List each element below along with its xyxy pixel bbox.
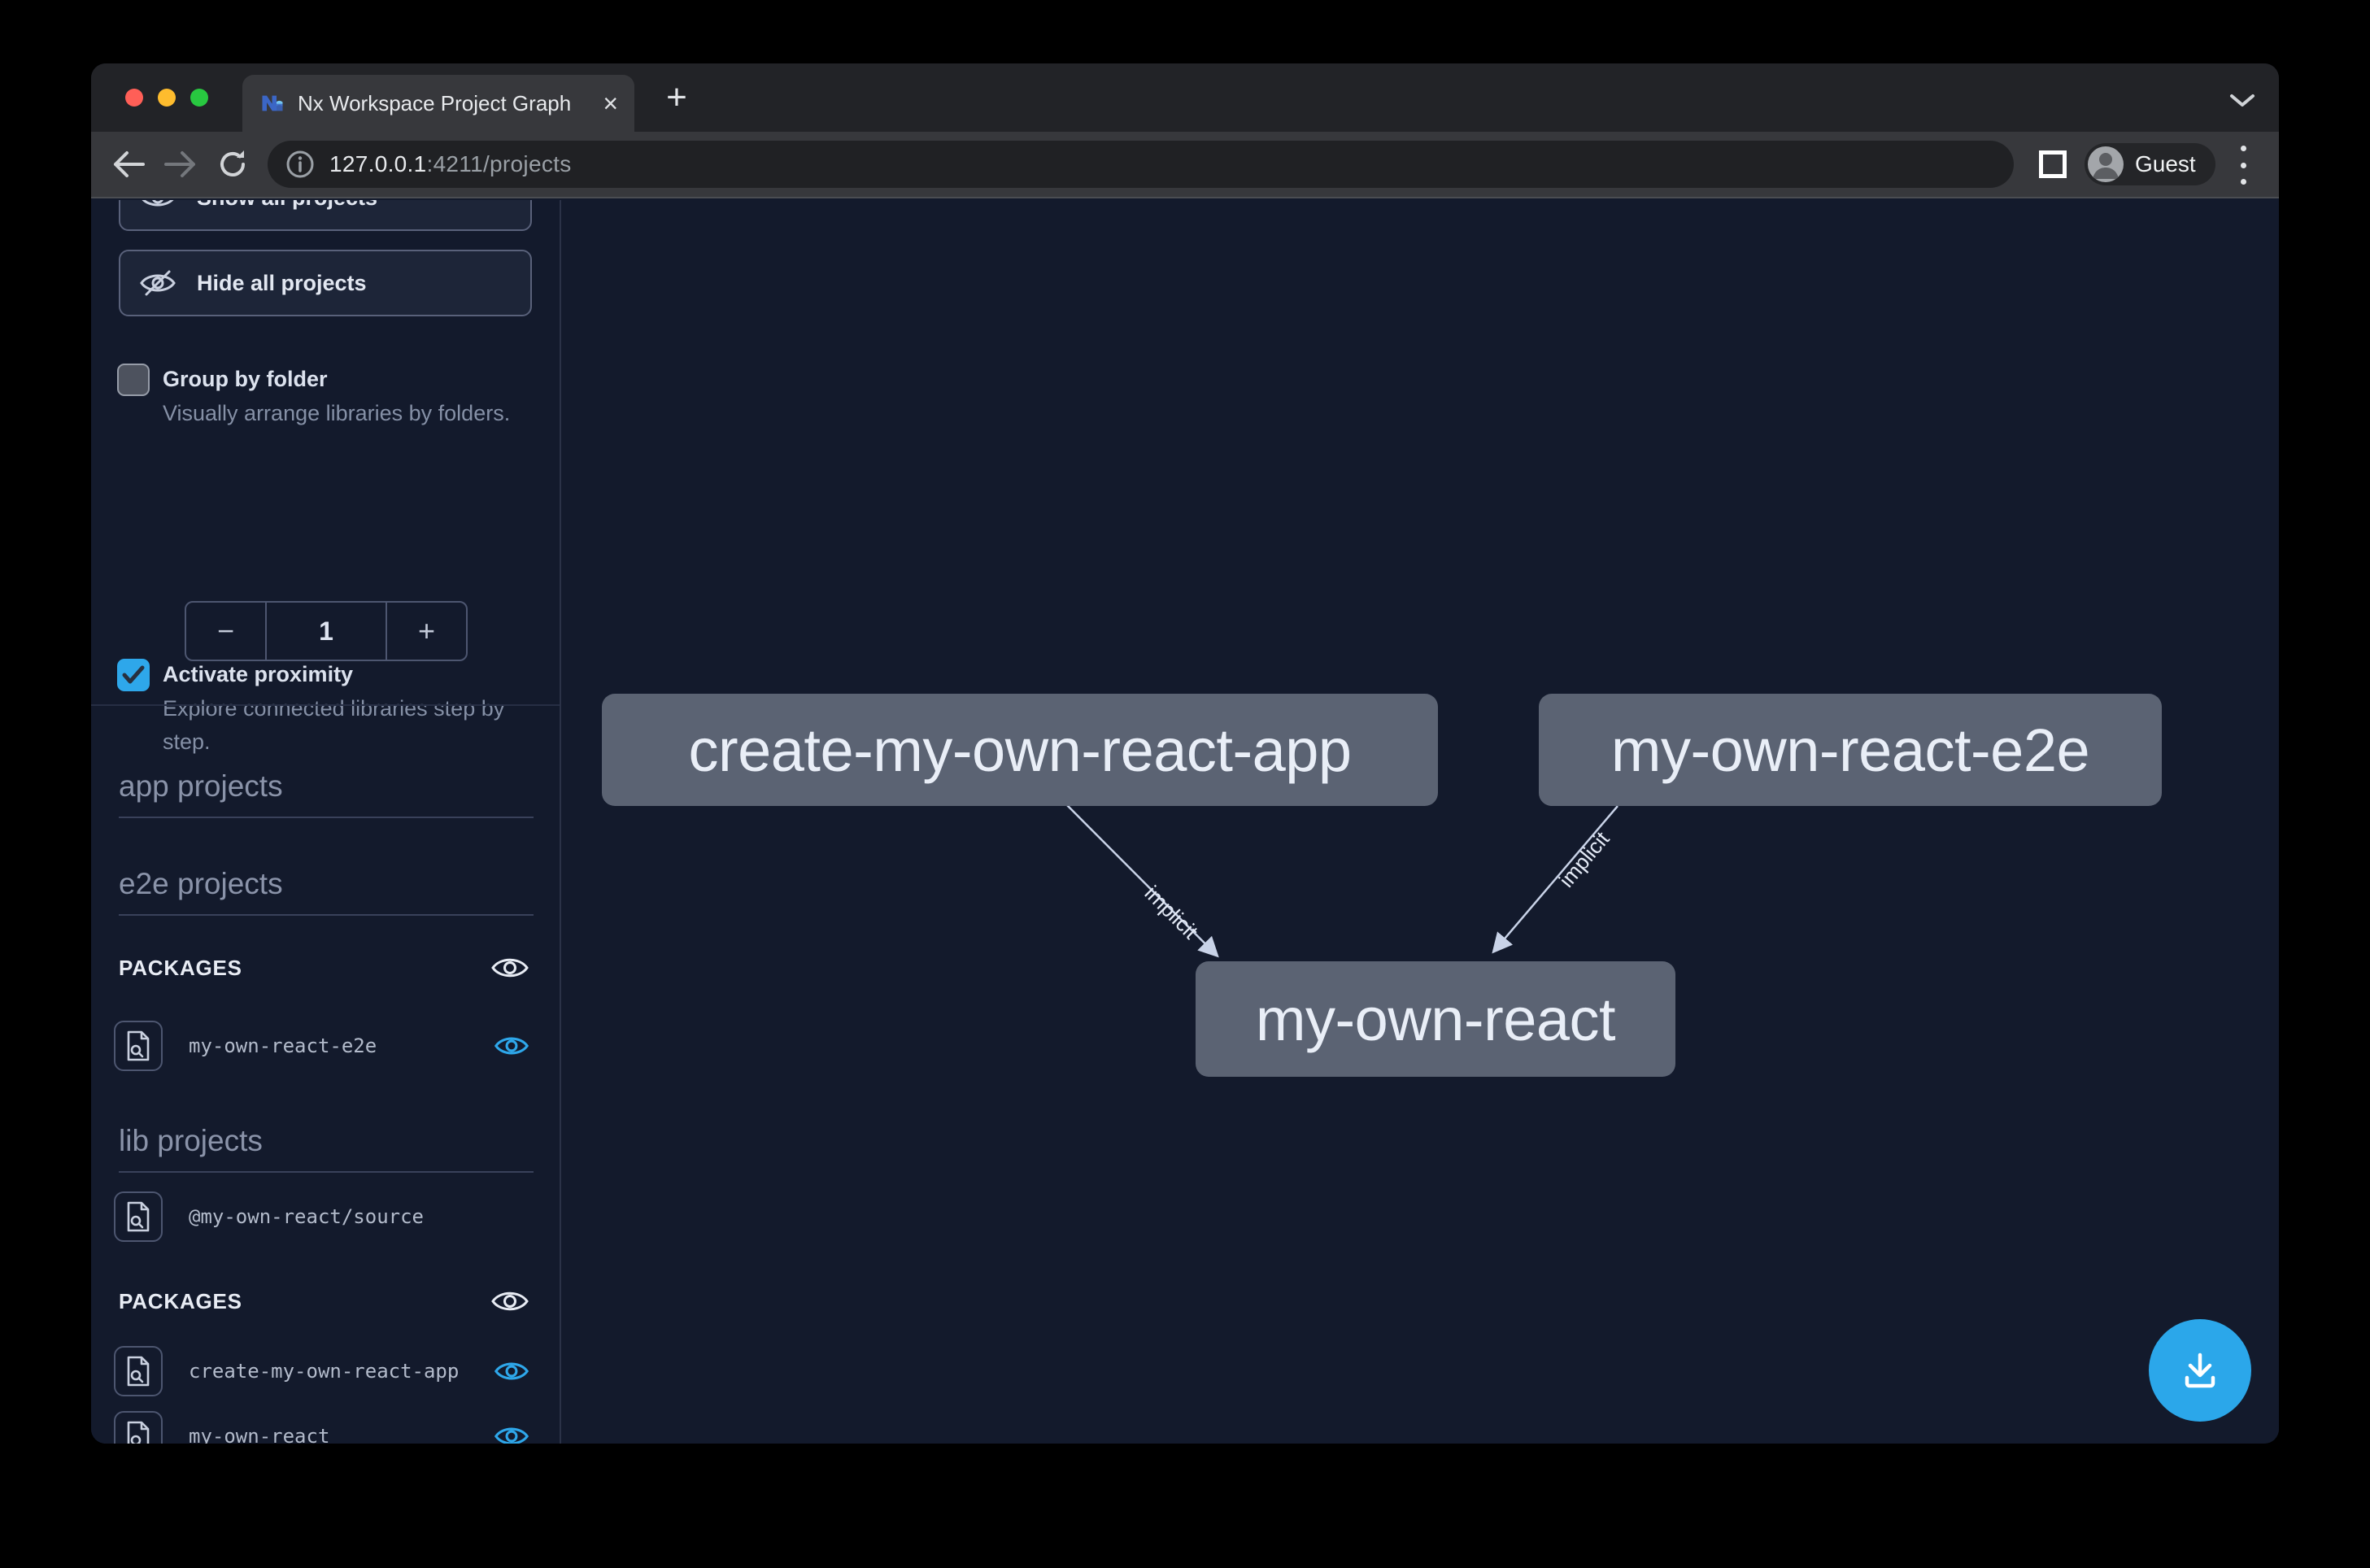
url-bar[interactable]: 127.0.0.1:4211/projects [268,141,2014,188]
file-search-icon [125,1421,151,1444]
project-name: @my-own-react/source [189,1205,535,1228]
minimize-window-button[interactable] [158,89,176,107]
project-graph-canvas[interactable]: implicit implicit create-my-own-react-ap… [563,200,2279,1444]
close-window-button[interactable] [125,89,143,107]
browser-window: Nx Workspace Project Graph × + [91,63,2279,1444]
tab-title: Nx Workspace Project Graph [298,91,590,116]
tab-close-icon[interactable]: × [603,90,618,116]
packages-label: PACKAGES [119,956,491,981]
toggle-packages-visibility-icon[interactable] [491,1288,529,1314]
toggle-packages-visibility-icon[interactable] [491,955,529,981]
back-button[interactable] [102,132,155,197]
profile-button[interactable]: Guest [2085,143,2215,185]
avatar [2088,146,2124,182]
page-content: Show all projects Hide all projects Grou… [91,200,2279,1444]
fullscreen-window-button[interactable] [190,89,208,107]
download-graph-button[interactable] [2149,1319,2251,1422]
profile-name: Guest [2135,151,2196,177]
project-name: my-own-react-e2e [189,1034,494,1057]
tab-nx-workspace[interactable]: Nx Workspace Project Graph × [242,75,634,132]
group-by-folder-label: Group by folder [163,361,535,397]
sidebar-divider [91,704,560,706]
group-by-folder-description: Visually arrange libraries by folders. [163,397,541,430]
hide-all-projects-button[interactable]: Hide all projects [119,250,532,316]
file-search-icon [125,1201,151,1232]
list-item-create-my-own-react-app[interactable]: create-my-own-react-app [114,1345,535,1397]
lib-projects-header: lib projects [119,1124,534,1173]
check-icon [122,665,145,685]
app-projects-header: app projects [119,769,534,818]
packages-group-header: PACKAGES [119,1282,535,1321]
activate-proximity-label: Activate proximity [163,656,535,692]
list-item-my-own-react[interactable]: my-own-react [114,1410,535,1444]
proximity-depth-value: 1 [265,603,387,660]
activate-proximity-description: Explore connected libraries step by step… [163,692,541,759]
chevron-down-icon[interactable] [2228,93,2256,109]
graph-node-my-own-react[interactable]: my-own-react [1196,961,1675,1077]
url-path: :4211/projects [426,151,571,176]
url-text: 127.0.0.1:4211/projects [329,151,572,177]
eye-icon [140,200,176,211]
e2e-projects-header: e2e projects [119,867,534,916]
graph-node-create-my-own-react-app[interactable]: create-my-own-react-app [602,694,1438,806]
file-search-icon [125,1030,151,1061]
tab-strip: Nx Workspace Project Graph × + [91,63,2279,132]
packages-label: PACKAGES [119,1289,491,1314]
toggle-project-visibility-icon[interactable] [494,1359,529,1383]
project-details-button[interactable] [114,1191,163,1242]
increment-button[interactable]: + [387,603,466,660]
show-all-projects-button[interactable]: Show all projects [119,200,532,231]
nx-logo-icon [260,91,285,115]
packages-group-header: PACKAGES [119,948,535,987]
new-tab-button[interactable]: + [651,63,703,132]
hide-all-projects-label: Hide all projects [197,271,367,296]
project-details-button[interactable] [114,1411,163,1444]
url-host: 127.0.0.1 [329,151,426,176]
project-name: my-own-react [189,1425,494,1444]
toggle-project-visibility-icon[interactable] [494,1424,529,1444]
activate-proximity-checkbox[interactable] [117,659,150,691]
project-details-button[interactable] [114,1346,163,1396]
list-item-my-own-react-e2e[interactable]: my-own-react-e2e [114,1020,535,1072]
site-info-icon[interactable] [285,150,315,179]
edge-my-own-react-e2e-to-my-own-react [1493,806,1618,952]
graph-node-my-own-react-e2e[interactable]: my-own-react-e2e [1539,694,2162,806]
group-by-folder-checkbox[interactable] [117,364,150,396]
browser-menu-icon[interactable] [2238,146,2248,185]
reload-button[interactable] [207,132,259,197]
list-item-my-own-react-source[interactable]: @my-own-react/source [114,1191,535,1243]
graph-edges [563,200,2279,1444]
forward-button[interactable] [155,132,207,197]
eye-off-icon [140,267,176,299]
browser-toolbar: 127.0.0.1:4211/projects Guest [91,132,2279,198]
show-all-projects-label: Show all projects [197,200,377,211]
project-details-button[interactable] [114,1021,163,1071]
group-by-folder-option: Group by folder Visually arrange librari… [117,361,535,430]
file-search-icon [125,1356,151,1387]
toggle-project-visibility-icon[interactable] [494,1034,529,1058]
filters-sidebar: Show all projects Hide all projects Grou… [91,200,561,1444]
side-panel-icon[interactable] [2039,150,2067,178]
proximity-depth-stepper: − 1 + [185,601,468,661]
decrement-button[interactable]: − [186,603,265,660]
activate-proximity-option: Activate proximity Explore connected lib… [117,656,535,759]
download-icon [2176,1347,2224,1394]
project-name: create-my-own-react-app [189,1360,494,1383]
